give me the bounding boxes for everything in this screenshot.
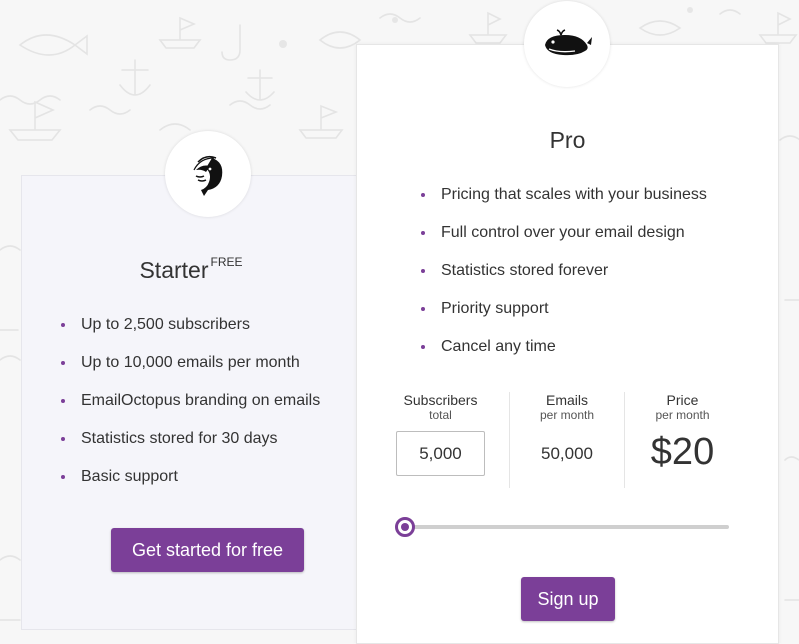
subscribers-slider-track[interactable] [405, 525, 729, 529]
price-column: Price per month [625, 392, 740, 422]
emails-column: Emails per month [511, 392, 623, 422]
starter-feature-list: Up to 2,500 subscribers Up to 10,000 ema… [61, 313, 320, 503]
starter-title-text: Starter [139, 257, 209, 283]
subscribers-label: Subscribers [403, 392, 478, 408]
list-item: Statistics stored for 30 days [61, 427, 320, 465]
list-item: EmailOctopus branding on emails [61, 389, 320, 427]
list-item: Statistics stored forever [421, 259, 707, 297]
price-value: $20 [650, 431, 715, 473]
pro-feature-list: Pricing that scales with your business F… [421, 183, 707, 373]
list-item: Cancel any time [421, 335, 707, 373]
list-item: Up to 10,000 emails per month [61, 351, 320, 389]
shrimp-icon [193, 155, 223, 196]
price-label: Price [666, 392, 699, 408]
list-item: Full control over your email design [421, 221, 707, 259]
get-started-free-button[interactable]: Get started for free [111, 528, 304, 572]
free-tag: FREE [210, 255, 243, 269]
subscribers-slider-handle[interactable] [395, 517, 415, 537]
list-item: Up to 2,500 subscribers [61, 313, 320, 351]
pro-title: Pro [549, 127, 586, 153]
starter-badge [165, 131, 251, 217]
price-sublabel: per month [655, 408, 710, 422]
starter-title: Starter FREE [21, 255, 361, 284]
emails-label: Emails [545, 392, 588, 408]
subscribers-column: Subscribers total [385, 392, 496, 422]
column-divider [509, 392, 510, 488]
subscribers-input[interactable] [396, 431, 485, 476]
emails-value: 50,000 [541, 444, 593, 463]
list-item: Pricing that scales with your business [421, 183, 707, 221]
emails-sublabel: per month [539, 408, 595, 422]
list-item: Priority support [421, 297, 707, 335]
whale-icon [545, 29, 592, 56]
pro-badge [524, 1, 610, 87]
subscribers-sublabel: total [429, 408, 452, 422]
list-item: Basic support [61, 465, 320, 503]
sign-up-button[interactable]: Sign up [521, 577, 615, 621]
